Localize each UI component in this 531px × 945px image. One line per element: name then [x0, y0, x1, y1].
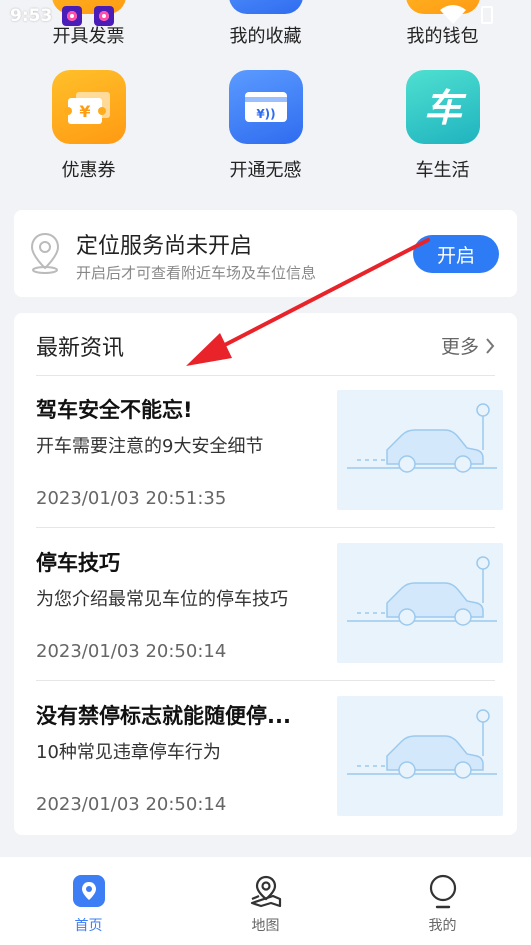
news-item[interactable]: 停车技巧 为您介绍最常见车位的停车技巧 2023/01/03 20:50:14: [36, 529, 503, 681]
news-item-desc: 为您介绍最常见车位的停车技巧: [36, 589, 288, 610]
menu-item-label: 优惠券: [61, 160, 116, 181]
coupon-glyph: ¥: [79, 102, 90, 121]
profile-icon: [429, 874, 456, 909]
menu-item-label: 车生活: [415, 160, 470, 181]
news-card: 最新资讯 更多 驾车安全不能忘! 开车需要注意的9大安全细节 2023/01/0…: [14, 313, 517, 835]
news-thumbnail-car-illustration: [337, 390, 503, 510]
nav-tab-label: 地图: [251, 918, 280, 934]
news-item[interactable]: 没有禁停标志就能随便停... 10种常见违章停车行为 2023/01/03 20…: [36, 682, 503, 834]
status-time: 9:53: [10, 6, 53, 26]
car-life-glyph: 车: [423, 86, 466, 130]
news-item[interactable]: 驾车安全不能忘! 开车需要注意的9大安全细节 2023/01/03 20:51:…: [36, 376, 503, 528]
quick-menu-row: ¥ 优惠券 ¥)) 开通无感 车 车生活: [0, 70, 531, 182]
news-item-time: 2023/01/03 20:51:35: [36, 488, 227, 509]
contactless-pay-icon: ¥)): [228, 70, 303, 144]
news-thumbnail-car-illustration: [337, 696, 503, 816]
nav-tab-profile[interactable]: 我的: [354, 857, 531, 945]
location-service-card: 定位服务尚未开启 开启后才可查看附近车场及车位信息 开启: [14, 210, 517, 297]
car-life-icon: 车: [405, 70, 480, 144]
status-bar: 9:53: [0, 0, 531, 34]
battery-icon: [481, 6, 493, 24]
notification-app-icon: [94, 6, 114, 26]
news-item-time: 2023/01/03 20:50:14: [36, 794, 227, 815]
location-pin-icon: [30, 232, 60, 274]
news-item-desc: 开车需要注意的9大安全细节: [36, 436, 264, 457]
home-icon: [72, 875, 105, 907]
more-label: 更多: [440, 336, 479, 358]
nav-tab-home[interactable]: 首页: [0, 857, 177, 945]
news-item-title: 驾车安全不能忘!: [36, 398, 193, 422]
notification-app-icon: [62, 6, 82, 26]
news-item-time: 2023/01/03 20:50:14: [36, 641, 227, 662]
news-more-link[interactable]: 更多: [441, 332, 495, 359]
menu-item-car-life[interactable]: 车 车生活: [354, 70, 531, 182]
menu-item-coupon[interactable]: ¥ 优惠券: [0, 70, 177, 182]
news-item-title: 停车技巧: [36, 551, 120, 575]
bottom-navigation: 首页 地图 我的: [0, 857, 531, 945]
divider: [36, 680, 495, 681]
contactless-glyph: ¥)): [256, 107, 275, 121]
news-item-title: 没有禁停标志就能随便停...: [36, 704, 291, 728]
news-heading: 最新资讯: [36, 336, 125, 361]
coupon-icon: ¥: [51, 70, 126, 144]
divider: [36, 527, 495, 528]
chevron-right-icon: [486, 337, 495, 354]
map-icon: [250, 875, 281, 908]
nav-tab-label: 首页: [74, 918, 103, 934]
wifi-icon: [440, 5, 466, 24]
news-thumbnail-car-illustration: [337, 543, 503, 663]
menu-item-label: 开通无感: [229, 160, 302, 181]
nav-tab-map[interactable]: 地图: [177, 857, 354, 945]
news-item-desc: 10种常见违章停车行为: [36, 742, 221, 763]
location-card-subtitle: 开启后才可查看附近车场及车位信息: [76, 264, 317, 282]
enable-location-button[interactable]: 开启: [413, 235, 499, 273]
nav-tab-label: 我的: [428, 918, 457, 934]
menu-item-contactless[interactable]: ¥)) 开通无感: [177, 70, 354, 182]
location-card-title: 定位服务尚未开启: [76, 234, 253, 259]
